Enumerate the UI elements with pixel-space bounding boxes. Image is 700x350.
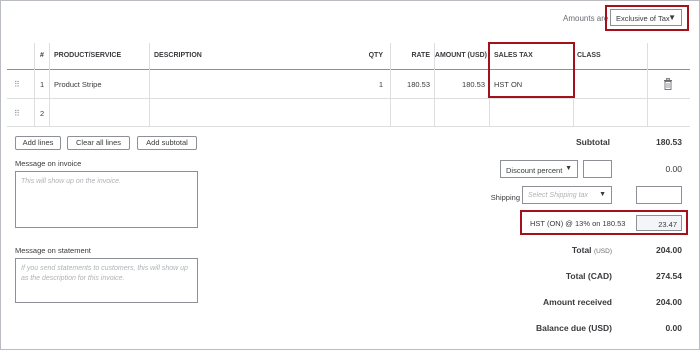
message-statement-input[interactable]: If you send statements to customers, thi… bbox=[15, 258, 198, 303]
row-product[interactable]: Product Stripe bbox=[54, 80, 102, 89]
discount-type-value: Discount percent bbox=[506, 166, 563, 175]
table-row[interactable]: ⠿ 1 Product Stripe 1 180.53 180.53 HST O… bbox=[7, 69, 690, 99]
drag-handle-icon[interactable]: ⠿ bbox=[14, 80, 20, 89]
trash-icon[interactable] bbox=[663, 78, 673, 90]
row-num: 1 bbox=[40, 80, 45, 89]
drag-handle-icon[interactable]: ⠿ bbox=[14, 109, 20, 118]
row-num: 2 bbox=[40, 109, 45, 118]
shipping-tax-select[interactable]: Select Shipping tax ▼ bbox=[522, 186, 612, 204]
header-num: # bbox=[40, 52, 44, 59]
header-amount: AMOUNT (USD) bbox=[434, 52, 487, 59]
message-invoice-placeholder: This will show up on the invoice. bbox=[21, 178, 121, 185]
add-lines-button[interactable]: Add lines bbox=[15, 136, 61, 150]
highlight-hst bbox=[520, 210, 688, 235]
subtotal-value: 180.53 bbox=[656, 137, 682, 147]
subtotal-label: Subtotal bbox=[576, 137, 610, 147]
shipping-amount-input[interactable] bbox=[636, 186, 682, 204]
message-statement-placeholder: If you send statements to customers, thi… bbox=[21, 265, 188, 282]
total-label: Total (USD) bbox=[520, 245, 612, 255]
highlight-sales-tax bbox=[488, 42, 575, 98]
message-invoice-label: Message on invoice bbox=[15, 159, 82, 168]
highlight-amounts-are bbox=[605, 5, 689, 31]
total-cad-label: Total (CAD) bbox=[565, 271, 612, 281]
amount-received-label: Amount received bbox=[543, 297, 612, 307]
total-value: 204.00 bbox=[656, 245, 682, 255]
discount-value: 0.00 bbox=[665, 164, 682, 174]
row-rate[interactable]: 180.53 bbox=[397, 80, 430, 89]
message-statement-label: Message on statement bbox=[15, 246, 91, 255]
row-qty[interactable]: 1 bbox=[357, 80, 383, 89]
amounts-are-label: Amounts are bbox=[563, 14, 609, 23]
total-unit: (USD) bbox=[593, 248, 612, 255]
header-class: CLASS bbox=[577, 52, 601, 59]
add-subtotal-button[interactable]: Add subtotal bbox=[137, 136, 197, 150]
caret-down-icon: ▼ bbox=[565, 165, 572, 172]
message-invoice-input[interactable]: This will show up on the invoice. bbox=[15, 171, 198, 228]
line-items-table: # PRODUCT/SERVICE DESCRIPTION QTY RATE A… bbox=[7, 43, 690, 127]
table-row[interactable]: ⠿ 2 bbox=[7, 98, 690, 127]
shipping-tax-placeholder: Select Shipping tax bbox=[528, 192, 588, 199]
header-product: PRODUCT/SERVICE bbox=[54, 52, 122, 59]
balance-due-label: Balance due (USD) bbox=[535, 323, 612, 333]
total-label-text: Total bbox=[571, 245, 592, 255]
table-header: # PRODUCT/SERVICE DESCRIPTION QTY RATE A… bbox=[7, 43, 690, 70]
header-rate: RATE bbox=[411, 52, 430, 59]
row-amount[interactable]: 180.53 bbox=[432, 80, 485, 89]
clear-all-lines-button[interactable]: Clear all lines bbox=[67, 136, 130, 150]
discount-amount-input[interactable] bbox=[583, 160, 612, 178]
amount-received-value: 204.00 bbox=[656, 297, 682, 307]
balance-due-value: 0.00 bbox=[665, 323, 682, 333]
caret-down-icon: ▼ bbox=[599, 191, 606, 198]
discount-type-select[interactable]: Discount percent ▼ bbox=[500, 160, 578, 178]
header-qty: QTY bbox=[368, 52, 383, 59]
shipping-label: Shipping bbox=[490, 193, 520, 202]
total-cad-value: 274.54 bbox=[656, 271, 682, 281]
header-description: DESCRIPTION bbox=[154, 52, 202, 59]
